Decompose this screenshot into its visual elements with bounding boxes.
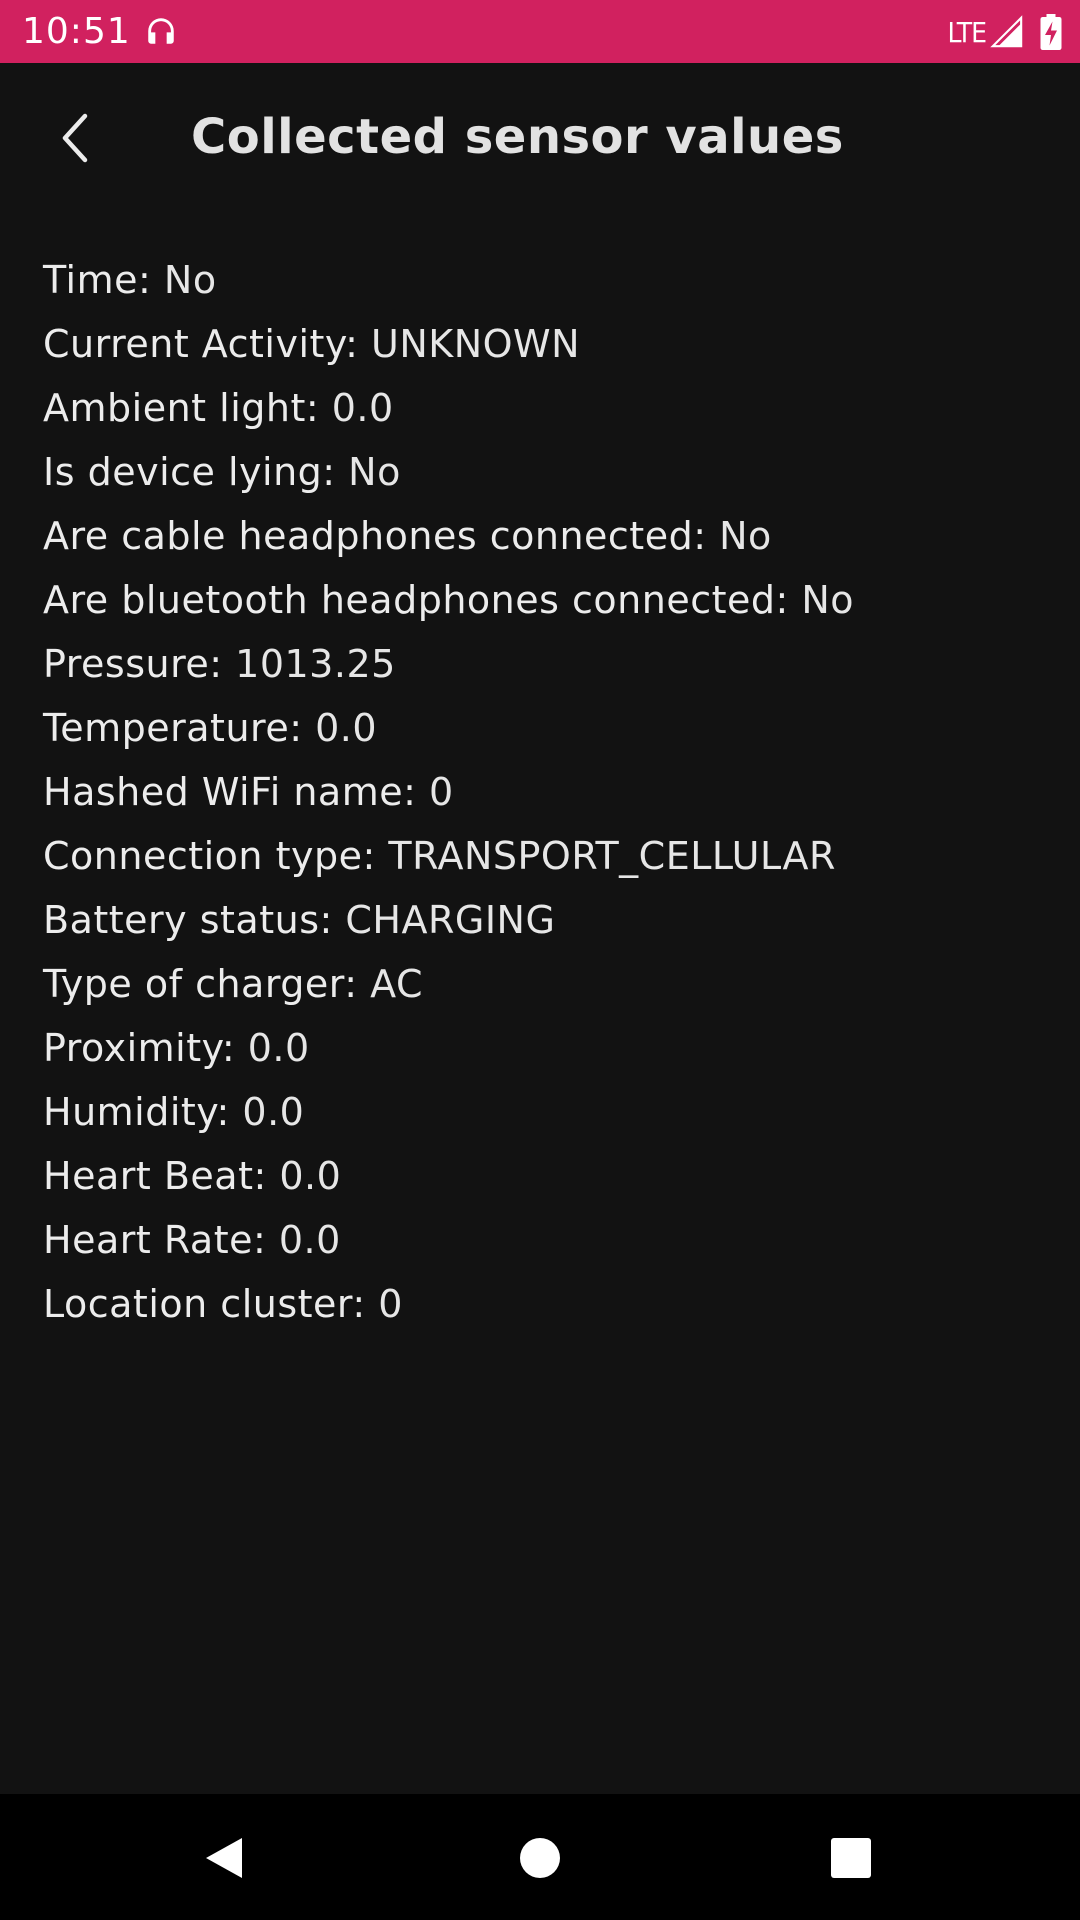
sensor-row-temperature: Temperature: 0.0 (43, 696, 1043, 760)
sensor-label: Battery status: (43, 898, 346, 942)
sensor-row-cable-headphones: Are cable headphones connected: No (43, 504, 1043, 568)
sensor-value: No (719, 514, 772, 558)
sensor-value: 0 (429, 770, 454, 814)
sensor-value: 0.0 (278, 1218, 341, 1262)
sensor-row-charger-type: Type of charger: AC (43, 952, 1043, 1016)
sensor-row-humidity: Humidity: 0.0 (43, 1080, 1043, 1144)
nav-back-icon[interactable] (204, 1836, 244, 1880)
sensor-label: Is device lying: (43, 450, 349, 494)
sensor-value: UNKNOWN (371, 322, 581, 366)
chevron-left-icon (62, 113, 88, 163)
sensor-value: 0.0 (331, 386, 394, 430)
sensor-label: Current Activity: (43, 322, 372, 366)
status-time: 10:51 (22, 11, 131, 52)
sensor-label: Heart Rate: (43, 1218, 279, 1262)
sensor-row-location-cluster: Location cluster: 0 (43, 1272, 1043, 1336)
sensor-list: Time: No Current Activity: UNKNOWN Ambie… (43, 248, 1043, 1336)
sensor-label: Ambient light: (43, 386, 332, 430)
sensor-value: 0 (378, 1282, 403, 1326)
sensor-row-proximity: Proximity: 0.0 (43, 1016, 1043, 1080)
sensor-value: 0.0 (279, 1154, 342, 1198)
network-type-label: LTE (947, 15, 987, 49)
sensor-row-battery-status: Battery status: CHARGING (43, 888, 1043, 952)
nav-home-icon[interactable] (520, 1838, 560, 1878)
navigation-bar (0, 1794, 1080, 1920)
sensor-row-time: Time: No (43, 248, 1043, 312)
sensor-value: AC (370, 962, 423, 1006)
sensor-value: 0.0 (242, 1090, 305, 1134)
status-bar: 10:51 LTE (0, 0, 1080, 63)
signal-icon (990, 15, 1023, 48)
sensor-label: Temperature: (43, 706, 316, 750)
sensor-row-heart-beat: Heart Beat: 0.0 (43, 1144, 1043, 1208)
sensor-row-heart-rate: Heart Rate: 0.0 (43, 1208, 1043, 1272)
sensor-label: Proximity: (43, 1026, 248, 1070)
nav-recents-icon[interactable] (831, 1838, 871, 1878)
sensor-value: No (348, 450, 401, 494)
sensor-label: Pressure: (43, 642, 236, 686)
sensor-value: CHARGING (345, 898, 556, 942)
sensor-row-ambient-light: Ambient light: 0.0 (43, 376, 1043, 440)
status-right: LTE (948, 12, 1062, 52)
sensor-label: Are bluetooth headphones connected: (43, 578, 802, 622)
sensor-value: 0.0 (247, 1026, 310, 1070)
app-bar: Collected sensor values (0, 63, 1080, 213)
sensor-row-pressure: Pressure: 1013.25 (43, 632, 1043, 696)
sensor-row-device-lying: Is device lying: No (43, 440, 1043, 504)
sensor-row-connection-type: Connection type: TRANSPORT_CELLULAR (43, 824, 1043, 888)
sensor-value: TRANSPORT_CELLULAR (388, 834, 836, 878)
sensor-row-bluetooth-headphones: Are bluetooth headphones connected: No (43, 568, 1043, 632)
sensor-row-wifi-name: Hashed WiFi name: 0 (43, 760, 1043, 824)
battery-charging-icon (1040, 14, 1062, 50)
sensor-label: Type of charger: (43, 962, 371, 1006)
back-button[interactable] (40, 103, 110, 173)
sensor-label: Humidity: (43, 1090, 243, 1134)
sensor-value: 1013.25 (235, 642, 396, 686)
sensor-label: Hashed WiFi name: (43, 770, 429, 814)
page-title: Collected sensor values (191, 109, 844, 165)
sensor-label: Location cluster: (43, 1282, 379, 1326)
headphones-icon (148, 18, 174, 44)
sensor-label: Heart Beat: (43, 1154, 280, 1198)
sensor-row-current-activity: Current Activity: UNKNOWN (43, 312, 1043, 376)
sensor-value: No (163, 258, 217, 302)
sensor-label: Time: (43, 258, 164, 302)
sensor-label: Are cable headphones connected: (43, 514, 720, 558)
sensor-value: No (801, 578, 855, 622)
sensor-label: Connection type: (43, 834, 389, 878)
sensor-value: 0.0 (315, 706, 378, 750)
